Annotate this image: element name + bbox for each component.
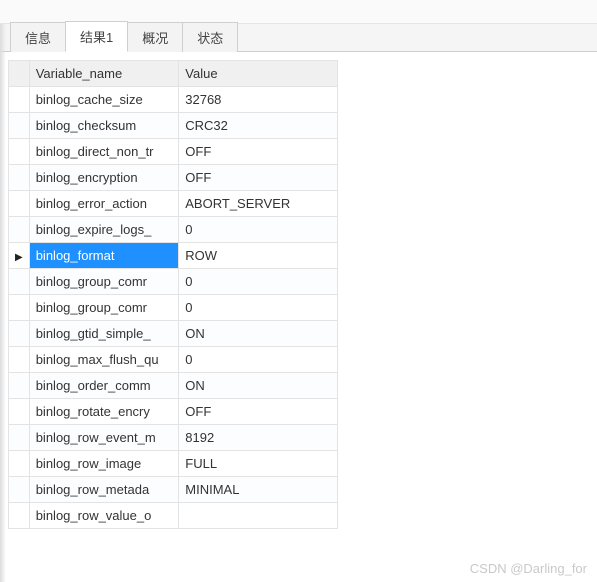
watermark-text: CSDN @Darling_for xyxy=(470,561,587,576)
cell-variable-name[interactable]: binlog_group_comr xyxy=(29,295,179,321)
tab-1[interactable]: 结果1 xyxy=(65,21,128,52)
cell-variable-name[interactable]: binlog_order_comm xyxy=(29,373,179,399)
cell-value[interactable]: ABORT_SERVER xyxy=(179,191,338,217)
cell-value[interactable]: MINIMAL xyxy=(179,477,338,503)
cell-value[interactable]: 0 xyxy=(179,269,338,295)
column-header-name[interactable]: Variable_name xyxy=(29,61,179,87)
row-marker xyxy=(9,373,30,399)
cell-value[interactable]: OFF xyxy=(179,399,338,425)
cell-value[interactable]: OFF xyxy=(179,165,338,191)
row-marker xyxy=(9,347,30,373)
cell-variable-name[interactable]: binlog_cache_size xyxy=(29,87,179,113)
table-row[interactable]: binlog_checksumCRC32 xyxy=(9,113,338,139)
table-row[interactable]: binlog_rotate_encryOFF xyxy=(9,399,338,425)
row-marker xyxy=(9,165,30,191)
cell-value[interactable]: 32768 xyxy=(179,87,338,113)
row-marker xyxy=(9,399,30,425)
tab-bar: 信息结果1概况状态 xyxy=(0,24,597,52)
row-marker xyxy=(9,503,30,529)
row-marker xyxy=(9,321,30,347)
table-row[interactable]: binlog_group_comr0 xyxy=(9,295,338,321)
table-row[interactable]: binlog_cache_size32768 xyxy=(9,87,338,113)
cell-variable-name[interactable]: binlog_encryption xyxy=(29,165,179,191)
results-grid-wrapper: Variable_name Value binlog_cache_size327… xyxy=(0,52,597,529)
row-marker xyxy=(9,451,30,477)
table-header-row: Variable_name Value xyxy=(9,61,338,87)
cell-value[interactable]: ROW xyxy=(179,243,338,269)
table-row[interactable]: binlog_formatROW xyxy=(9,243,338,269)
row-marker xyxy=(9,191,30,217)
table-row[interactable]: binlog_max_flush_qu0 xyxy=(9,347,338,373)
row-marker xyxy=(9,243,30,269)
cell-variable-name[interactable]: binlog_row_metada xyxy=(29,477,179,503)
cell-variable-name[interactable]: binlog_expire_logs_ xyxy=(29,217,179,243)
table-row[interactable]: binlog_group_comr0 xyxy=(9,269,338,295)
cell-variable-name[interactable]: binlog_error_action xyxy=(29,191,179,217)
row-marker xyxy=(9,477,30,503)
table-row[interactable]: binlog_error_actionABORT_SERVER xyxy=(9,191,338,217)
cell-value[interactable]: 8192 xyxy=(179,425,338,451)
table-row[interactable]: binlog_direct_non_trOFF xyxy=(9,139,338,165)
cell-variable-name[interactable]: binlog_rotate_encry xyxy=(29,399,179,425)
row-marker xyxy=(9,139,30,165)
row-marker xyxy=(9,217,30,243)
tab-2[interactable]: 概况 xyxy=(127,22,183,52)
cell-variable-name[interactable]: binlog_row_image xyxy=(29,451,179,477)
cell-value[interactable]: ON xyxy=(179,373,338,399)
row-marker xyxy=(9,87,30,113)
cell-variable-name[interactable]: binlog_row_event_m xyxy=(29,425,179,451)
table-row[interactable]: binlog_encryptionOFF xyxy=(9,165,338,191)
cell-variable-name[interactable]: binlog_group_comr xyxy=(29,269,179,295)
table-row[interactable]: binlog_row_imageFULL xyxy=(9,451,338,477)
cell-variable-name[interactable]: binlog_checksum xyxy=(29,113,179,139)
table-row[interactable]: binlog_row_event_m8192 xyxy=(9,425,338,451)
cell-value[interactable]: OFF xyxy=(179,139,338,165)
cell-value[interactable] xyxy=(179,503,338,529)
cell-value[interactable]: 0 xyxy=(179,347,338,373)
cell-variable-name[interactable]: binlog_gtid_simple_ xyxy=(29,321,179,347)
row-marker xyxy=(9,269,30,295)
row-marker xyxy=(9,113,30,139)
table-row[interactable]: binlog_expire_logs_0 xyxy=(9,217,338,243)
table-row[interactable]: binlog_order_commON xyxy=(9,373,338,399)
row-marker-header xyxy=(9,61,30,87)
table-row[interactable]: binlog_gtid_simple_ON xyxy=(9,321,338,347)
table-row[interactable]: binlog_row_metadaMINIMAL xyxy=(9,477,338,503)
results-table: Variable_name Value binlog_cache_size327… xyxy=(8,60,338,529)
cell-variable-name[interactable]: binlog_format xyxy=(29,243,179,269)
row-marker xyxy=(9,425,30,451)
row-marker xyxy=(9,295,30,321)
cell-value[interactable]: ON xyxy=(179,321,338,347)
cell-value[interactable]: CRC32 xyxy=(179,113,338,139)
tab-3[interactable]: 状态 xyxy=(182,22,238,52)
cell-variable-name[interactable]: binlog_row_value_o xyxy=(29,503,179,529)
column-header-value[interactable]: Value xyxy=(179,61,338,87)
cell-value[interactable]: FULL xyxy=(179,451,338,477)
cell-value[interactable]: 0 xyxy=(179,217,338,243)
table-row[interactable]: binlog_row_value_o xyxy=(9,503,338,529)
tab-0[interactable]: 信息 xyxy=(10,22,66,52)
cell-value[interactable]: 0 xyxy=(179,295,338,321)
cell-variable-name[interactable]: binlog_direct_non_tr xyxy=(29,139,179,165)
cell-variable-name[interactable]: binlog_max_flush_qu xyxy=(29,347,179,373)
